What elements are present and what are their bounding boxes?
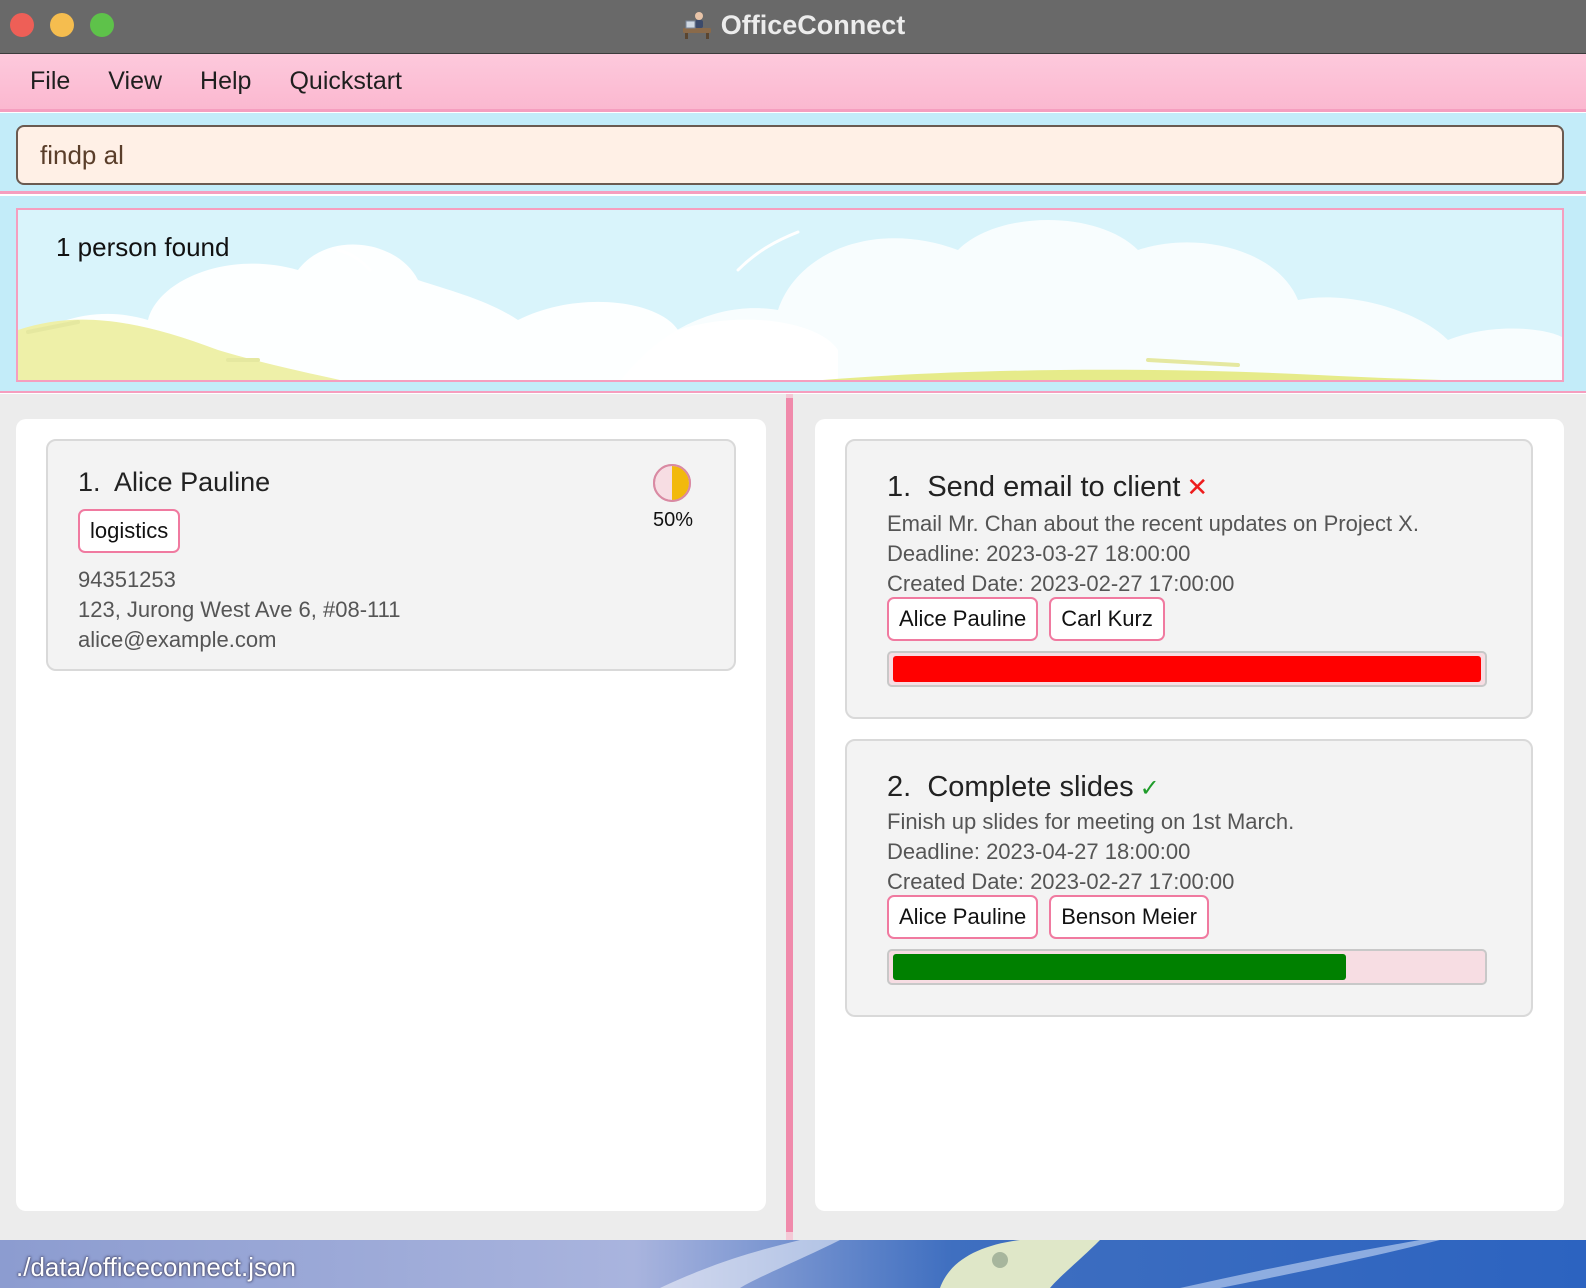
- task-list-panel: 1. Send email to client ✕ Email Mr. Chan …: [815, 419, 1564, 1211]
- task-progress-pie-chart: [653, 464, 691, 502]
- task-index: 1.: [887, 471, 912, 503]
- person-card[interactable]: 1. Alice Pauline logistics 94351253 123,…: [46, 439, 736, 671]
- assignee-tag: Carl Kurz: [1049, 597, 1165, 641]
- task-title: 2. Complete slides ✓: [887, 771, 1160, 804]
- person-list-panel: 1. Alice Pauline logistics 94351253 123,…: [16, 419, 766, 1211]
- window-title: OfficeConnect: [720, 9, 906, 40]
- command-input-text: findp al: [40, 139, 124, 170]
- assignee-tag: Alice Pauline: [887, 597, 1039, 641]
- split-pane-divider[interactable]: [786, 398, 793, 1232]
- task-assignees: Alice Pauline Carl Kurz: [887, 597, 1165, 641]
- cross-icon: ✕: [1186, 472, 1209, 502]
- clouds-background: [18, 210, 1562, 380]
- person-phone: 94351253: [78, 567, 176, 592]
- command-input[interactable]: findp al: [16, 125, 1564, 185]
- menu-bar: File View Help Quickstart: [0, 54, 1586, 112]
- assignee-tag: Benson Meier: [1049, 895, 1209, 939]
- menu-help[interactable]: Help: [181, 67, 270, 96]
- task-progress-bar: [887, 651, 1487, 687]
- check-icon: ✓: [1139, 775, 1160, 802]
- task-created-date: Created Date: 2023-02-27 17:00:00: [887, 571, 1235, 596]
- task-description: Email Mr. Chan about the recent updates …: [887, 511, 1419, 536]
- task-assignees: Alice Pauline Benson Meier: [887, 895, 1209, 939]
- progress-bar-fill: [893, 954, 1346, 980]
- task-card[interactable]: 2. Complete slides ✓ Finish up slides for…: [845, 739, 1533, 1017]
- title-bar: OfficeConnect: [0, 0, 1586, 54]
- assignee-tag: Alice Pauline: [887, 895, 1039, 939]
- task-title-text: Send email to client: [927, 471, 1181, 503]
- status-bar: ./data/officeconnect.json: [0, 1240, 1586, 1288]
- task-index: 2.: [887, 771, 912, 803]
- progress-bar-fill: [893, 656, 1481, 682]
- save-file-path: ./data/officeconnect.json: [16, 1252, 296, 1282]
- task-deadline: Deadline: 2023-03-27 18:00:00: [887, 541, 1191, 566]
- task-created-date: Created Date: 2023-02-27 17:00:00: [887, 869, 1235, 894]
- menu-quickstart[interactable]: Quickstart: [270, 67, 421, 96]
- office-desk-icon: [682, 12, 711, 39]
- task-description: Finish up slides for meeting on 1st Marc…: [887, 809, 1295, 834]
- task-card[interactable]: 1. Send email to client ✕ Email Mr. Chan …: [845, 439, 1533, 719]
- result-display: 1 person found: [16, 208, 1564, 382]
- main-area: 1. Alice Pauline logistics 94351253 123,…: [0, 394, 1586, 1240]
- progress-percentage: 50%: [652, 509, 694, 531]
- person-tag: logistics: [78, 509, 181, 553]
- task-title-text: Complete slides: [927, 771, 1134, 803]
- person-name: Alice Pauline: [114, 467, 271, 497]
- person-address: 123, Jurong West Ave 6, #08-111: [78, 597, 401, 622]
- result-message: 1 person found: [56, 232, 230, 262]
- result-area: 1 person found: [0, 196, 1586, 393]
- person-index: 1.: [78, 467, 101, 497]
- task-deadline: Deadline: 2023-04-27 18:00:00: [887, 839, 1191, 864]
- person-email: alice@example.com: [78, 627, 277, 652]
- menu-view[interactable]: View: [89, 67, 181, 96]
- command-area: findp al: [0, 113, 1586, 194]
- menu-file[interactable]: File: [11, 67, 89, 96]
- task-progress-bar: [887, 949, 1487, 985]
- person-title: 1. Alice Pauline: [78, 467, 270, 498]
- task-title: 1. Send email to client ✕: [887, 471, 1208, 504]
